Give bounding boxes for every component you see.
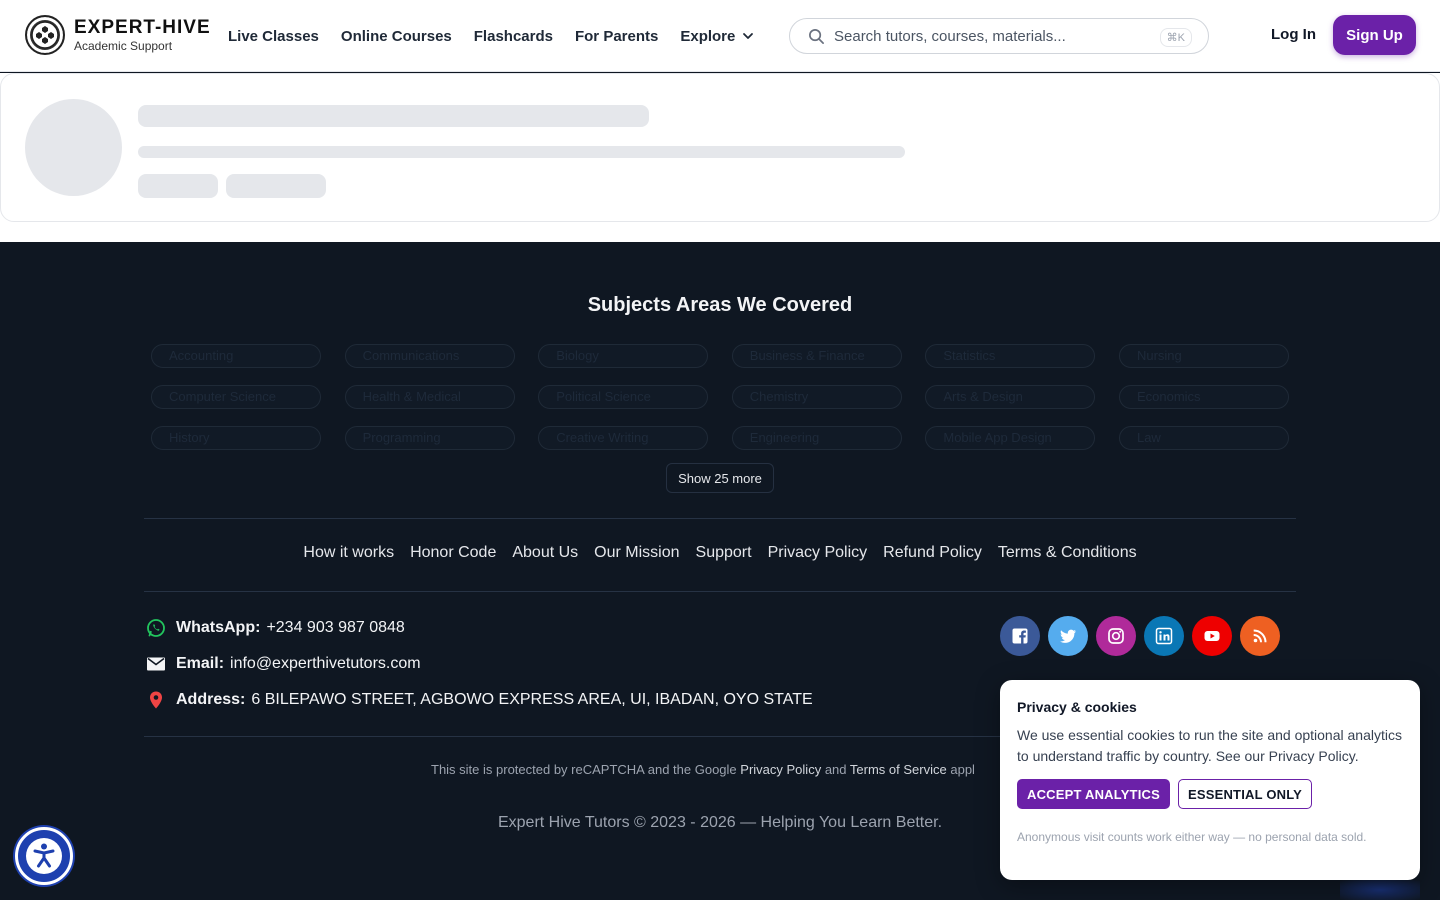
- chat-widget-glow: [1340, 880, 1420, 900]
- subject-chip[interactable]: History: [151, 426, 321, 450]
- rss-icon[interactable]: [1240, 616, 1280, 656]
- cookie-note: Anonymous visit counts work either way —…: [1017, 830, 1367, 844]
- content-loading-area: [0, 73, 1440, 242]
- footer-link-terms[interactable]: Terms & Conditions: [998, 544, 1137, 562]
- skeleton-avatar: [25, 99, 122, 196]
- show-more-subjects-button[interactable]: Show 25 more: [666, 463, 774, 493]
- subject-chip[interactable]: Computer Science: [151, 385, 321, 409]
- skeleton-title-line: [138, 105, 649, 127]
- cookie-description: We use essential cookies to run the site…: [1017, 727, 1402, 764]
- essential-only-button[interactable]: ESSENTIAL ONLY: [1177, 779, 1313, 809]
- instagram-icon[interactable]: [1096, 616, 1136, 656]
- footer-link-refund-policy[interactable]: Refund Policy: [883, 544, 982, 562]
- brand-title: EXPERT-HIVE: [74, 17, 211, 38]
- footer-link-our-mission[interactable]: Our Mission: [594, 544, 679, 562]
- nav-online-courses[interactable]: Online Courses: [341, 28, 452, 45]
- footer-divider: [144, 591, 1296, 592]
- brand-logo[interactable]: EXPERT-HIVE Academic Support: [25, 15, 211, 55]
- brand-subtitle: Academic Support: [74, 39, 173, 53]
- subject-chip-grid: Accounting Communications Biology Busine…: [151, 344, 1289, 450]
- skeleton-text-line: [138, 146, 905, 158]
- subject-chip[interactable]: Business & Finance: [731, 344, 902, 368]
- cookie-consent-dialog: Privacy & cookies We use essential cooki…: [1000, 680, 1420, 880]
- footer-links: How it works Honor Code About Us Our Mis…: [0, 544, 1440, 562]
- subject-chip[interactable]: Accounting: [151, 344, 321, 368]
- subject-chip[interactable]: Mobile App Design: [925, 426, 1096, 450]
- address-value: 6 BILEPAWO STREET, AGBOWO EXPRESS AREA, …: [251, 691, 813, 708]
- accept-analytics-button[interactable]: ACCEPT ANALYTICS: [1017, 779, 1170, 809]
- login-link[interactable]: Log In: [1271, 26, 1316, 43]
- skeleton-tag: [226, 174, 326, 198]
- location-pin-icon: [150, 691, 162, 709]
- search-icon: [809, 28, 824, 44]
- google-terms-link[interactable]: Terms of Service: [850, 762, 947, 777]
- subject-chip[interactable]: Engineering: [731, 426, 902, 450]
- subject-chip[interactable]: Arts & Design: [925, 385, 1096, 409]
- main-nav: Live Classes Online Courses Flashcards F…: [228, 0, 755, 72]
- contact-address: Address: 6 BILEPAWO STREET, AGBOWO EXPRE…: [146, 690, 813, 710]
- email-address: info@experthivetutors.com: [230, 655, 421, 672]
- linkedin-icon[interactable]: [1144, 616, 1184, 656]
- subject-chip[interactable]: Law: [1118, 426, 1289, 450]
- contact-whatsapp[interactable]: WhatsApp: +234 903 987 0848: [146, 618, 405, 638]
- skeleton-card: [0, 73, 1440, 222]
- recaptcha-and: and: [824, 762, 847, 777]
- subject-chip[interactable]: Political Science: [538, 385, 709, 409]
- footer-link-how-it-works[interactable]: How it works: [303, 544, 394, 562]
- footer-link-support[interactable]: Support: [696, 544, 752, 562]
- social-links: [1000, 616, 1280, 656]
- subject-chip[interactable]: Programming: [344, 426, 515, 450]
- subject-chip[interactable]: Nursing: [1118, 344, 1289, 368]
- subject-chip[interactable]: Economics: [1118, 385, 1289, 409]
- footer-divider: [144, 518, 1296, 519]
- subject-chip[interactable]: Creative Writing: [538, 426, 709, 450]
- subject-chip[interactable]: Statistics: [925, 344, 1096, 368]
- signup-button[interactable]: Sign Up: [1333, 15, 1416, 55]
- accessibility-button[interactable]: [15, 827, 73, 885]
- address-label: Address:: [176, 691, 246, 708]
- footer-link-about-us[interactable]: About Us: [512, 544, 578, 562]
- email-label: Email:: [176, 655, 225, 672]
- skeleton-tag: [138, 174, 218, 198]
- footer-link-privacy-policy[interactable]: Privacy Policy: [768, 544, 868, 562]
- nav-explore-label: Explore: [680, 27, 736, 45]
- nav-for-parents[interactable]: For Parents: [575, 28, 658, 45]
- nav-flashcards[interactable]: Flashcards: [474, 28, 553, 45]
- accessibility-icon: [26, 838, 62, 874]
- recaptcha-text: This site is protected by reCAPTCHA and …: [431, 762, 737, 777]
- subject-chip[interactable]: Communications: [344, 344, 515, 368]
- subjects-heading: Subjects Areas We Covered: [587, 294, 853, 316]
- footer-link-honor-code[interactable]: Honor Code: [410, 544, 496, 562]
- whatsapp-number: +234 903 987 0848: [266, 619, 405, 636]
- twitter-icon[interactable]: [1048, 616, 1088, 656]
- chevron-down-icon: [743, 33, 754, 39]
- hive-logo-icon: [25, 15, 65, 55]
- subject-chip[interactable]: Biology: [538, 344, 709, 368]
- search-bar[interactable]: ⌘K: [789, 18, 1209, 54]
- recaptcha-notice: This site is protected by reCAPTCHA and …: [431, 762, 975, 777]
- nav-explore[interactable]: Explore: [680, 28, 755, 45]
- facebook-icon[interactable]: [1000, 616, 1040, 656]
- mail-icon: [147, 657, 165, 671]
- nav-live-classes[interactable]: Live Classes: [228, 28, 319, 45]
- subject-chip[interactable]: Health & Medical: [344, 385, 515, 409]
- youtube-icon[interactable]: [1192, 616, 1232, 656]
- whatsapp-icon: [147, 619, 165, 637]
- search-input[interactable]: [834, 27, 1144, 45]
- recaptcha-suffix: appl: [950, 762, 975, 777]
- search-shortcut-badge: ⌘K: [1159, 28, 1192, 47]
- google-privacy-link[interactable]: Privacy Policy: [740, 762, 821, 777]
- site-header: EXPERT-HIVE Academic Support Live Classe…: [0, 0, 1440, 72]
- subject-chip[interactable]: Chemistry: [731, 385, 902, 409]
- whatsapp-label: WhatsApp:: [176, 619, 261, 636]
- cookie-title: Privacy & cookies: [1017, 699, 1137, 715]
- contact-email[interactable]: Email: info@experthivetutors.com: [146, 654, 421, 674]
